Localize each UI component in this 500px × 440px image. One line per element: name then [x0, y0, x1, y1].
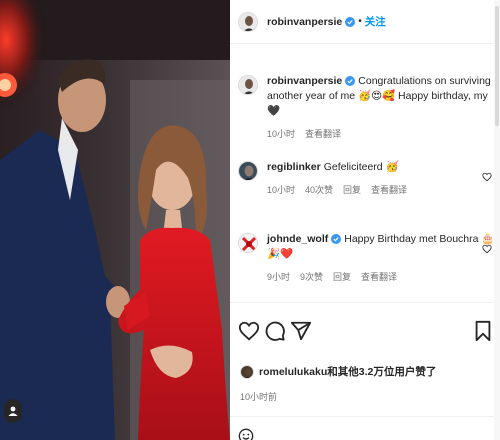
comment-time[interactable]: 9小时 — [267, 270, 290, 283]
comment-reply-button[interactable]: 回复 — [333, 270, 351, 283]
caption-translate-link[interactable]: 查看翻译 — [305, 127, 341, 140]
avatar-image — [239, 234, 257, 252]
comment-likes-count[interactable]: 9次赞 — [300, 270, 323, 283]
scrollbar-thumb[interactable] — [495, 6, 499, 126]
section-divider — [230, 416, 500, 417]
comment-reply-button[interactable]: 回复 — [343, 183, 361, 196]
comment-meta: 9小时 9次赞 回复 查看翻译 — [267, 270, 496, 283]
commenter-username[interactable]: johnde_wolf — [267, 233, 328, 245]
avatar-image — [239, 76, 257, 94]
comment-translate-link[interactable]: 查看翻译 — [371, 183, 407, 196]
header-separator: • — [358, 16, 362, 27]
add-comment-row[interactable] — [238, 428, 254, 440]
liker-avatar — [240, 364, 254, 379]
caption-author[interactable]: robinvanpersie — [267, 75, 342, 87]
author-username[interactable]: robinvanpersie — [267, 16, 342, 28]
comment-translate-link[interactable]: 查看翻译 — [361, 270, 397, 283]
post-action-bar — [238, 320, 496, 344]
bookmark-icon[interactable] — [472, 320, 494, 342]
caption-time[interactable]: 10小时 — [267, 127, 295, 140]
commenter-avatar[interactable] — [238, 161, 258, 181]
likes-summary-text: romelulukaku和其他3.2万位用户赞了 — [259, 366, 437, 378]
share-icon[interactable] — [290, 320, 312, 342]
author-avatar[interactable] — [238, 11, 258, 32]
verified-badge-icon — [345, 16, 356, 27]
avatar-image — [239, 162, 257, 180]
tagged-users-button[interactable] — [4, 399, 22, 423]
post-timestamp: 10小时前 — [240, 392, 278, 402]
comment-item: regiblinker Gefeliciteerd 🥳 10小时 40次赞 回复 … — [238, 160, 496, 196]
post-details-pane: robinvanpersie • 关注 robinvanpersie Congra… — [230, 0, 500, 440]
scrollbar-track[interactable] — [494, 0, 500, 440]
comment-meta: 10小时 40次赞 回复 查看翻译 — [267, 183, 496, 196]
caption-meta: 10小时 查看翻译 — [267, 127, 496, 140]
emoji-icon[interactable] — [238, 428, 254, 440]
post-caption: robinvanpersie Congratulations on survivi… — [238, 74, 496, 140]
caption-author-avatar[interactable] — [238, 75, 258, 95]
heart-icon[interactable] — [238, 320, 260, 342]
heart-icon[interactable] — [482, 172, 492, 182]
heart-icon[interactable] — [482, 244, 492, 254]
comment-likes-count[interactable]: 40次赞 — [305, 183, 333, 196]
comment-text: Gefeliciteerd 🥳 — [323, 161, 399, 173]
avatar-image — [239, 12, 257, 31]
caption-text-block: robinvanpersie Congratulations on survivi… — [267, 74, 496, 119]
verified-badge-icon — [331, 234, 342, 245]
commenter-avatar[interactable] — [238, 233, 258, 253]
photo-illustration — [0, 0, 230, 440]
user-tag-icon — [8, 406, 18, 416]
avatar-image — [241, 365, 253, 378]
section-divider — [230, 302, 500, 303]
likes-summary[interactable]: romelulukaku和其他3.2万位用户赞了 — [240, 364, 436, 379]
post-header: robinvanpersie • 关注 — [230, 0, 500, 44]
comment-icon[interactable] — [264, 320, 286, 342]
comment-time[interactable]: 10小时 — [267, 183, 295, 196]
post-photo[interactable] — [0, 0, 230, 440]
comment-item: johnde_wolf Happy Birthday met Bouchra 🎂🎉… — [238, 232, 496, 283]
commenter-username[interactable]: regiblinker — [267, 161, 321, 173]
follow-button[interactable]: 关注 — [365, 14, 386, 29]
verified-badge-icon — [345, 76, 356, 87]
